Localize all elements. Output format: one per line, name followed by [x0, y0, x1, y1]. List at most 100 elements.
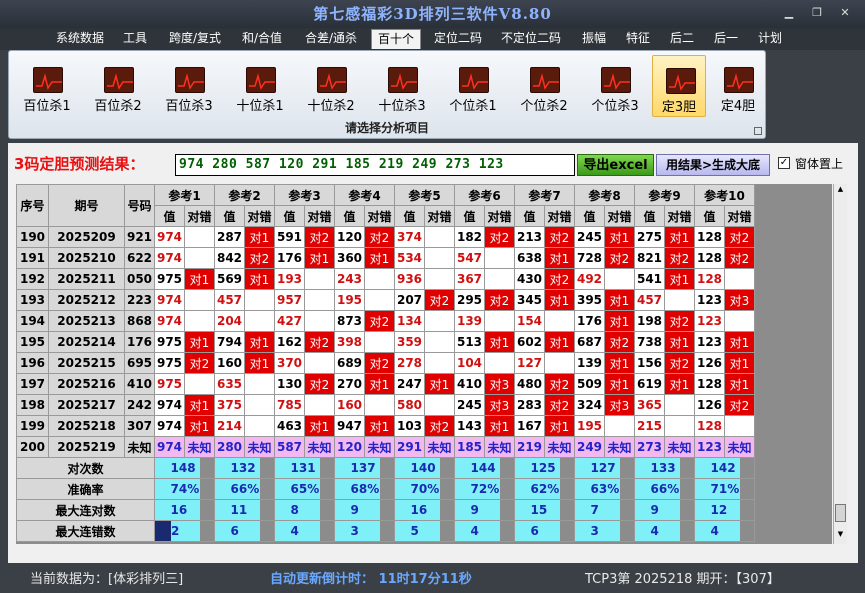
ribbon-button-10[interactable]: 定3胆: [652, 55, 706, 117]
ribbon-button-5[interactable]: 十位杀2: [301, 55, 361, 117]
stats-value: 7: [590, 499, 621, 521]
ribbon-footer: 请选择分析项目: [344, 121, 429, 135]
cell-mark: [544, 352, 575, 374]
predict-value: 587: [274, 436, 305, 458]
stats-value: 65%: [290, 478, 321, 500]
cell-value: 602: [514, 331, 545, 353]
predict-row[interactable]: 200 2025219 未知 974 未知 280 未知 587 未知 120 未知 291 未知 185…: [16, 436, 755, 458]
cell-value: 128: [694, 226, 725, 248]
ribbon-button-label: 个位杀2: [520, 99, 568, 114]
ribbon-button-9[interactable]: 个位杀3: [585, 55, 645, 117]
cell-value: 295: [454, 289, 485, 311]
cell-value: 134: [394, 310, 425, 332]
maximize-button[interactable]: ❐: [804, 4, 830, 22]
scroll-thumb[interactable]: [835, 504, 846, 522]
table-row[interactable]: 191 2025210 622 974 842 对2 176 对1 360 对1 534 547 638…: [16, 247, 755, 269]
col-header-mark: 对错: [664, 205, 695, 227]
generate-base-button[interactable]: 用结果>生成大底: [656, 154, 770, 176]
topmost-checkbox[interactable]: ✓: [778, 157, 790, 169]
cell-value: 176: [274, 247, 305, 269]
ribbon-button-8[interactable]: 个位杀2: [514, 55, 574, 117]
menu-diff[interactable]: 合差/通杀: [300, 29, 362, 49]
menu-sum[interactable]: 和/合值: [236, 29, 288, 49]
cell-mark: [664, 415, 695, 437]
table-row[interactable]: 194 2025213 868 974 204 427 873 对2 134 139 154 176 对…: [16, 310, 755, 332]
cell-mark: [364, 394, 395, 416]
menu-nonpos-two[interactable]: 不定位二码: [497, 29, 565, 49]
cell-value: 619: [634, 373, 665, 395]
cell-mark: 对3: [484, 373, 515, 395]
cell-mark: 对1: [304, 415, 335, 437]
stats-value: 8: [290, 499, 321, 521]
stats-value: 3: [350, 520, 381, 542]
stats-row: 对次数 148 132 131 137 140 144 125 127 133 142: [16, 457, 755, 479]
cell-mark: [364, 268, 395, 290]
table-row[interactable]: 192 2025211 050 975 对1 569 对1 193 243 936 367 430 对2…: [16, 268, 755, 290]
table-row[interactable]: 198 2025217 242 974 对1 375 785 160 580 245 对3 283 对2…: [16, 394, 755, 416]
menu-system-data[interactable]: 系统数据: [52, 29, 108, 49]
cell-mark: 对1: [184, 331, 215, 353]
menu-last-one[interactable]: 后一: [710, 29, 742, 49]
cell-value: 370: [274, 352, 305, 374]
cell-mark: [424, 226, 455, 248]
cell-mark: 对2: [604, 247, 635, 269]
stats-value: 127: [590, 457, 621, 479]
col-header-ref: 参考10: [694, 184, 755, 206]
predict-unknown: 未知: [184, 436, 215, 458]
prediction-result-field[interactable]: 974 280 587 120 291 185 219 249 273 123: [175, 154, 575, 176]
ribbon-button-1[interactable]: 百位杀1: [17, 55, 77, 117]
col-header-ref: 参考9: [634, 184, 695, 206]
cell-mark: 对1: [424, 373, 455, 395]
minimize-button[interactable]: ▁: [776, 4, 802, 22]
cell-value: 463: [274, 415, 305, 437]
stats-label: 准确率: [16, 478, 155, 500]
stats-label: 对次数: [16, 457, 155, 479]
vertical-scrollbar[interactable]: ▲ ▼: [833, 184, 847, 544]
export-excel-button[interactable]: 导出excel: [577, 154, 654, 176]
ribbon-button-3[interactable]: 百位杀3: [159, 55, 219, 117]
ribbon-button-6[interactable]: 十位杀3: [372, 55, 432, 117]
cell-value: 245: [574, 226, 605, 248]
ribbon-button-7[interactable]: 个位杀1: [443, 55, 503, 117]
table-row[interactable]: 195 2025214 176 975 对1 794 对1 162 对2 398 359 513 对1 6…: [16, 331, 755, 353]
menu-tools[interactable]: 工具: [118, 29, 152, 49]
menu-plan[interactable]: 计划: [754, 29, 786, 49]
stats-value: 2: [170, 520, 201, 542]
menu-amplitude[interactable]: 振幅: [578, 29, 610, 49]
ribbon-button-4[interactable]: 十位杀1: [230, 55, 290, 117]
trend-chart-icon: [104, 67, 134, 93]
col-header-ref: 参考5: [394, 184, 455, 206]
menu-last-two[interactable]: 后二: [666, 29, 698, 49]
menu-pos-two[interactable]: 定位二码: [430, 29, 486, 49]
ribbon-button-11[interactable]: 定4胆: [711, 55, 765, 117]
scroll-down-icon[interactable]: ▼: [835, 530, 846, 541]
cell-value: 139: [454, 310, 485, 332]
cell-value: 123: [694, 331, 725, 353]
cell-mark: 对1: [604, 289, 635, 311]
predict-value: 249: [574, 436, 605, 458]
cell-mark: [304, 394, 335, 416]
scroll-up-icon[interactable]: ▲: [835, 185, 846, 196]
cell-mark: 对2: [664, 247, 695, 269]
status-last-result: TCP3第 2025218 期开：【307】: [585, 572, 780, 587]
cell-mark: [484, 352, 515, 374]
cell-mark: 对1: [244, 268, 275, 290]
ribbon-button-label: 个位杀3: [591, 99, 639, 114]
cell-mark: [664, 289, 695, 311]
table-row[interactable]: 190 2025209 921 974 287 对1 591 对2 120 对2 374 182 对2 2…: [16, 226, 755, 248]
table-row[interactable]: 196 2025215 695 975 对2 160 对1 370 689 对2 278 104 127…: [16, 352, 755, 374]
cell-value: 569: [214, 268, 245, 290]
close-button[interactable]: ✕: [832, 4, 858, 22]
stats-value: 9: [470, 499, 501, 521]
menu-digits[interactable]: 百十个: [371, 29, 421, 49]
ribbon-button-label: 百位杀2: [94, 99, 142, 114]
ribbon-expand-icon[interactable]: [754, 127, 762, 135]
menu-feature[interactable]: 特征: [622, 29, 654, 49]
cell-mark: [724, 310, 755, 332]
table-row[interactable]: 193 2025212 223 974 457 957 195 207 对2 295 对2 345 对1…: [16, 289, 755, 311]
ribbon-button-2[interactable]: 百位杀2: [88, 55, 148, 117]
menu-span[interactable]: 跨度/复式: [164, 29, 226, 49]
table-row[interactable]: 197 2025216 410 975 635 130 对2 270 对1 247 对1 410 对3 4…: [16, 373, 755, 395]
table-row[interactable]: 199 2025218 307 974 对1 214 463 对1 947 对1 103 对2 143 对…: [16, 415, 755, 437]
cell-value: 130: [274, 373, 305, 395]
